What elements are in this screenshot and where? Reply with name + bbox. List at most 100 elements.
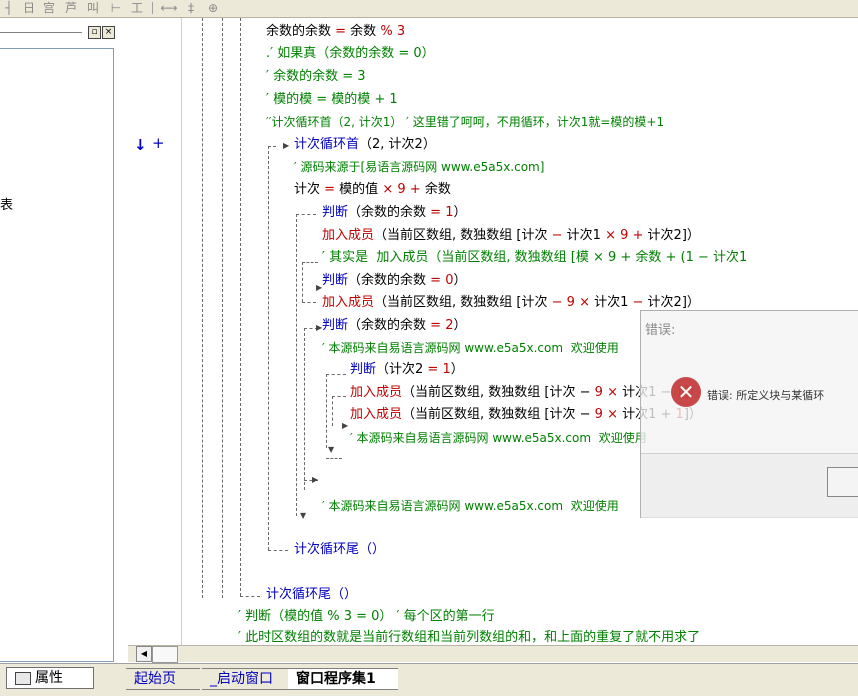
code-line[interactable]: 计次 = 模的值 × 9 + 余数 [294,182,451,198]
ok-button[interactable] [827,467,858,497]
minimize-button[interactable]: ▫ [88,26,101,39]
code-comment[interactable]: ′ 本源码来自易语言源码网 www.e5a5x.com 欢迎使用 [350,430,647,446]
code-comment[interactable]: ′ 源码来源于[易语言源码网 www.e5a5x.com] [294,159,544,175]
code-token: （2, 计次2） [359,137,436,152]
code-comment[interactable]: ′′计次循环首（2, 计次1） ′ 这里错了呵呵，不用循环，计次1就=模的模+1 [266,114,664,130]
arrow-down-icon: ▼ [300,511,307,520]
properties-icon [15,671,31,685]
code-line[interactable]: 判断（余数的余数 = 2） [322,318,466,334]
properties-button[interactable]: 属性 [6,667,94,689]
code-token: ） [453,318,467,333]
block-guide [296,214,316,215]
error-dialog[interactable]: 错误: ✕ 错误: 所定义块与某循环 [640,310,858,518]
code-comment[interactable]: ′ 本源码来自易语言源码网 www.e5a5x.com 欢迎使用 [322,340,619,356]
center-icon[interactable]: ⊕ [204,1,222,15]
code-operator: = [335,24,347,39]
left-panel: ▫ × 表 [0,18,122,666]
block-guide [302,262,318,263]
scroll-thumb[interactable] [152,646,178,663]
code-comment[interactable]: ′ 模的模 = 模的模 + 1 [266,92,398,108]
bottom-bar: 属性 起始页 _启动窗口 窗口程序集1 [0,663,858,696]
close-button[interactable]: × [102,26,115,39]
code-comment[interactable]: ′ 余数的余数 = 3 [266,69,366,85]
code-line[interactable]: 加入成员（当前区数组, 数独数组 [计次 − 计次1 × 9 + 计次2]） [322,228,700,244]
block-guide [332,396,333,426]
tree-item-partial[interactable]: 表 [0,194,13,213]
code-line[interactable]: 判断（余数的余数 = 1） [322,205,466,221]
code-number: 9 [615,228,629,243]
scroll-left-icon[interactable]: ◀ [136,646,152,662]
block-guide [240,18,241,596]
v-spacing-icon[interactable]: ⟷ [160,1,178,15]
block-guide [326,458,342,459]
code-operator: % [380,24,393,39]
code-operator: = [430,205,442,220]
code-token: 计次2]） [643,295,700,310]
arrow-right-icon: ▶ [342,421,349,430]
project-tree[interactable]: 表 [0,48,114,662]
code-keyword[interactable]: 计次循环尾（） [266,587,357,603]
code-token: 余数的余数 [266,24,336,39]
toolbar-separator [152,2,153,14]
align-top-icon[interactable]: 宫 [40,1,58,15]
code-operator: = [430,273,442,288]
code-operator: − [551,295,563,310]
block-guide [222,18,223,598]
code-keyword: 判断 [322,273,349,288]
code-comment[interactable]: ′ 其实是 加入成员（当前区数组, 数独数组 [模 × 9 + 余数 + (1 … [322,250,747,266]
expand-plus-icon[interactable]: + [152,134,165,152]
code-keyword: 判断 [322,205,349,220]
code-comment[interactable]: .′ 如果真（余数的余数 = 0） [266,46,435,62]
panel-grip[interactable] [0,32,82,36]
code-keyword: 加入成员 [322,295,375,310]
code-token: （余数的余数 [348,318,431,333]
code-number: 9 [594,407,603,422]
editor-gutter: ↓ + [122,18,180,646]
code-operator: − [632,295,644,310]
code-line[interactable]: 判断（余数的余数 = 0） [322,273,466,289]
tab-startup-window[interactable]: _启动窗口 [202,668,298,690]
code-operator: + [628,228,644,243]
code-comment[interactable]: ′ 判断（模的值 % 3 = 0） ′ 每个区的第一行 [238,609,495,625]
dialog-title: 错误: [645,323,676,338]
code-number: 9 [562,295,575,310]
block-guide [304,328,305,490]
same-size-icon[interactable]: ‡ [182,1,200,15]
code-operator: × [382,182,394,197]
block-guide [268,550,288,551]
align-center-icon[interactable]: 日 [20,1,38,15]
code-comment[interactable]: ′ 本源码来自易语言源码网 www.e5a5x.com 欢迎使用 [322,498,619,514]
code-number: 0 [441,273,454,288]
tab-window-assembly[interactable]: 窗口程序集1 [288,668,398,690]
same-width-icon[interactable]: 叫 [84,1,102,15]
code-token: ） [453,273,467,288]
align-middle-icon[interactable]: 芦 [62,1,80,15]
code-operator: + [409,182,421,197]
code-number: 1 [438,362,451,377]
code-number: 1 [441,205,454,220]
align-left-icon[interactable]: ┤ [0,1,18,15]
code-line[interactable]: 计次循环首（2, 计次2） [294,137,436,153]
code-token: 余数 [346,24,381,39]
code-line[interactable]: 余数的余数 = 余数 % 3 [266,24,405,40]
code-operator: × [602,385,618,400]
horizontal-scrollbar[interactable]: ◀ [128,645,858,663]
tab-label: 起始页 [134,671,176,687]
flow-arrow-icon: ↓ [134,136,147,154]
code-operator: × [602,407,618,422]
block-guide [326,374,346,375]
code-token: 模的值 [335,182,383,197]
block-guide [240,596,260,597]
code-number: 9 [397,182,406,197]
code-line[interactable]: 加入成员（当前区数组, 数独数组 [计次 − 9 × 计次1 − 计次2]） [322,295,700,311]
h-spacing-icon[interactable]: 工 [128,1,146,15]
code-comment[interactable]: ′ 此时区数组的数就是当前行数组和当前列数组的和，和上面的重复了就不用求了 [238,630,700,646]
code-token: （余数的余数 [348,273,431,288]
block-guide [202,18,203,598]
code-line[interactable]: 判断（计次2 = 1） [350,362,464,378]
block-guide [302,302,316,303]
code-keyword[interactable]: 计次循环尾（） [294,542,385,558]
code-number: 2 [441,318,454,333]
same-height-icon[interactable]: ⊢ [107,1,125,15]
tab-start-page[interactable]: 起始页 [126,668,200,690]
